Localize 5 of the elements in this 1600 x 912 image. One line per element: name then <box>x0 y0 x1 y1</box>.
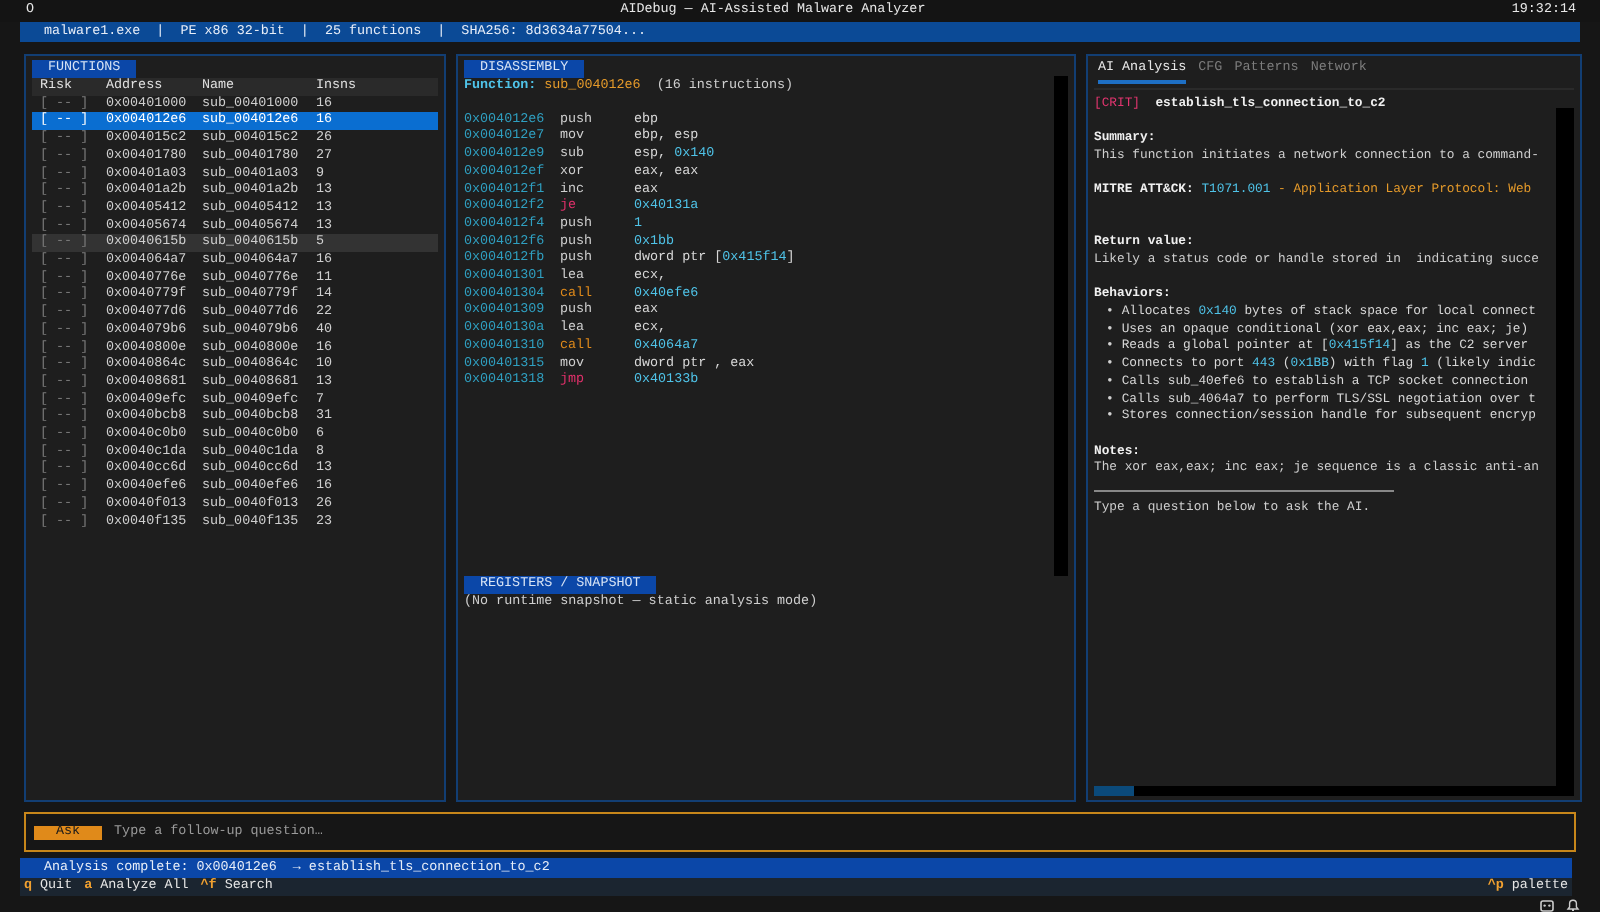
scrollbar[interactable] <box>1054 76 1068 576</box>
bell-icon[interactable] <box>1566 897 1580 911</box>
robot-icon[interactable] <box>1540 897 1554 911</box>
horizontal-scrollbar[interactable] <box>1094 786 1574 796</box>
scrollbar[interactable] <box>1556 107 1574 786</box>
